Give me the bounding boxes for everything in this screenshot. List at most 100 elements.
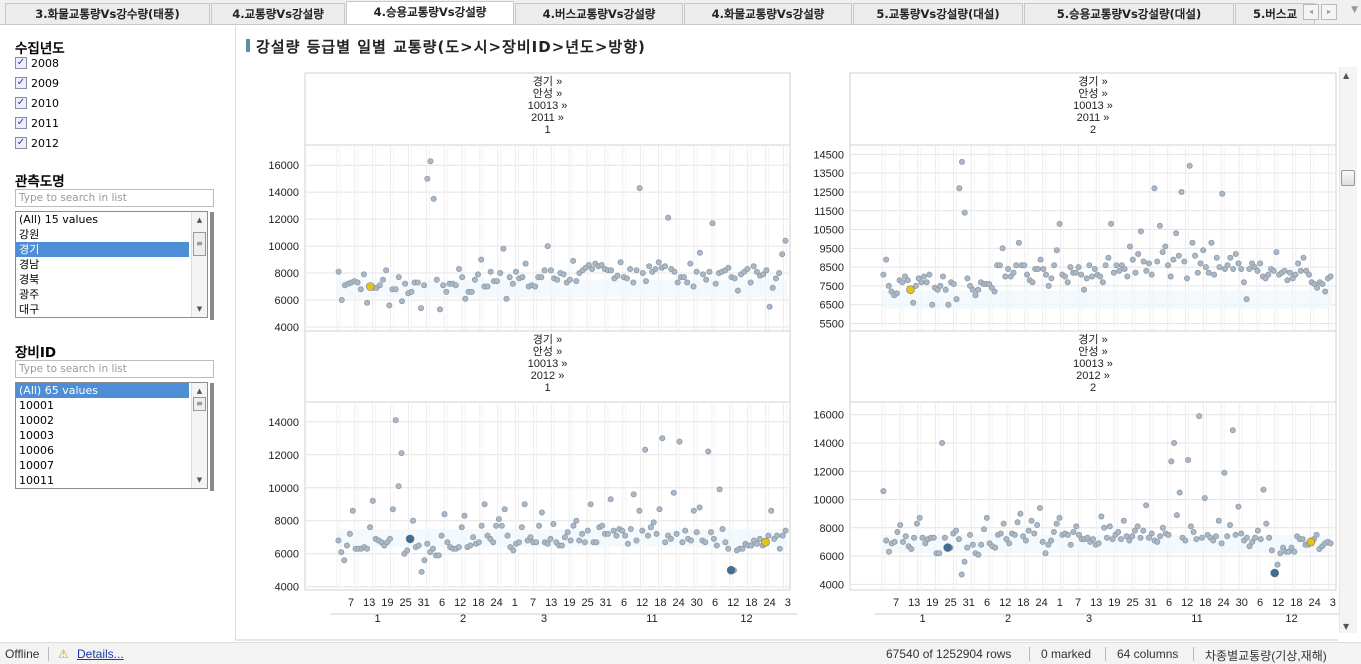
data-point[interactable]: [1098, 513, 1105, 520]
data-point[interactable]: [346, 530, 353, 537]
data-point[interactable]: [1306, 271, 1313, 278]
data-point[interactable]: [547, 535, 554, 542]
data-point[interactable]: [670, 489, 677, 496]
data-point[interactable]: [341, 557, 348, 564]
data-point[interactable]: [929, 301, 936, 308]
data-point[interactable]: [709, 220, 716, 227]
data-point[interactable]: [1039, 538, 1046, 545]
data-point[interactable]: [1156, 222, 1163, 229]
data-point[interactable]: [702, 539, 709, 546]
data-point[interactable]: [386, 535, 393, 542]
data-point[interactable]: [681, 274, 688, 281]
data-point[interactable]: [441, 511, 448, 518]
data-point[interactable]: [383, 267, 390, 274]
data-point[interactable]: [560, 271, 567, 278]
scatter-trellis-chart[interactable]: 경기 »안성 »10013 »2011 »1400060008000100001…: [0, 0, 1361, 664]
data-point[interactable]: [900, 538, 907, 545]
data-point[interactable]: [708, 529, 715, 536]
data-point[interactable]: [366, 524, 373, 531]
data-point[interactable]: [1106, 523, 1113, 530]
data-point[interactable]: [1024, 271, 1031, 278]
data-point[interactable]: [953, 527, 960, 534]
data-point[interactable]: [509, 280, 516, 287]
data-point[interactable]: [1196, 413, 1203, 420]
data-point[interactable]: [1185, 456, 1192, 463]
data-point[interactable]: [418, 568, 425, 575]
data-point[interactable]: [1110, 269, 1117, 276]
data-point[interactable]: [1154, 258, 1161, 265]
data-point[interactable]: [478, 522, 485, 529]
data-point[interactable]: [674, 279, 681, 286]
data-point[interactable]: [636, 507, 643, 514]
data-point[interactable]: [1083, 275, 1090, 282]
data-point[interactable]: [1268, 547, 1275, 554]
data-point[interactable]: [682, 527, 689, 534]
data-point[interactable]: [1053, 247, 1060, 254]
data-point[interactable]: [501, 506, 508, 513]
data-point[interactable]: [474, 271, 481, 278]
data-point[interactable]: [671, 268, 678, 275]
data-point[interactable]: [478, 256, 485, 263]
data-point[interactable]: [1132, 269, 1139, 276]
data-point[interactable]: [953, 296, 960, 303]
data-point[interactable]: [1124, 273, 1131, 280]
data-point[interactable]: [619, 527, 626, 534]
data-point[interactable]: [679, 539, 686, 546]
data-point[interactable]: [1313, 531, 1320, 538]
data-point[interactable]: [642, 446, 649, 453]
data-point[interactable]: [687, 260, 694, 267]
data-point[interactable]: [1099, 279, 1106, 286]
data-point[interactable]: [1173, 512, 1180, 519]
data-point[interactable]: [1073, 523, 1080, 530]
data-point[interactable]: [536, 522, 543, 529]
data-point[interactable]: [398, 450, 405, 457]
data-point[interactable]: [1143, 267, 1150, 274]
data-point[interactable]: [1006, 540, 1013, 547]
data-point[interactable]: [475, 539, 482, 546]
data-point[interactable]: [1190, 529, 1197, 536]
data-point[interactable]: [693, 529, 700, 536]
details-link[interactable]: Details...: [77, 647, 124, 661]
data-point[interactable]: [713, 542, 720, 549]
data-point[interactable]: [1113, 262, 1120, 269]
data-point[interactable]: [1281, 267, 1288, 274]
data-point[interactable]: [566, 276, 573, 283]
data-point[interactable]: [656, 506, 663, 513]
data-point[interactable]: [921, 273, 928, 280]
data-point[interactable]: [435, 552, 442, 559]
data-point[interactable]: [1050, 529, 1057, 536]
data-point[interactable]: [561, 534, 568, 541]
data-point[interactable]: [467, 542, 474, 549]
data-point[interactable]: [452, 282, 459, 289]
data-point[interactable]: [969, 286, 976, 293]
data-point[interactable]: [1322, 288, 1329, 295]
data-point[interactable]: [1157, 533, 1164, 540]
data-point[interactable]: [1232, 250, 1239, 257]
data-point[interactable]: [430, 195, 437, 202]
data-point[interactable]: [1137, 534, 1144, 541]
data-point[interactable]: [716, 486, 723, 493]
data-point[interactable]: [1146, 260, 1153, 267]
data-point[interactable]: [1048, 537, 1055, 544]
data-point[interactable]: [504, 532, 511, 539]
data-point[interactable]: [969, 541, 976, 548]
data-point[interactable]: [1205, 269, 1212, 276]
data-point[interactable]: [604, 530, 611, 537]
data-point[interactable]: [459, 274, 466, 281]
data-point[interactable]: [1067, 264, 1074, 271]
data-point[interactable]: [516, 539, 523, 546]
data-point[interactable]: [1143, 502, 1150, 509]
data-point[interactable]: [455, 265, 462, 272]
data-point[interactable]: [883, 256, 890, 263]
data-point[interactable]: [942, 286, 949, 293]
data-point[interactable]: [684, 279, 691, 286]
data-point[interactable]: [991, 288, 998, 295]
data-point[interactable]: [576, 537, 583, 544]
data-point[interactable]: [1129, 533, 1136, 540]
data-point[interactable]: [1062, 273, 1069, 280]
data-point[interactable]: [1273, 249, 1280, 256]
data-point[interactable]: [627, 265, 634, 272]
data-point[interactable]: [1097, 273, 1104, 280]
data-point[interactable]: [599, 522, 606, 529]
data-point[interactable]: [1173, 230, 1180, 237]
